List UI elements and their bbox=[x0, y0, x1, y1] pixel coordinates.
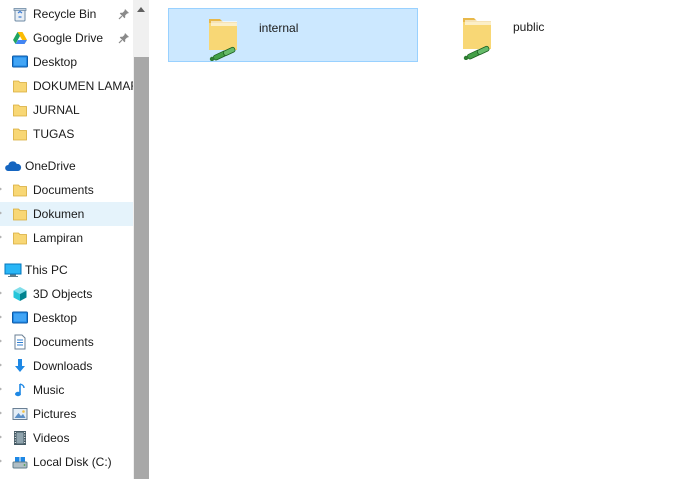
documents-icon bbox=[12, 334, 28, 350]
folder-icon bbox=[12, 78, 28, 94]
pin-icon[interactable] bbox=[118, 8, 130, 20]
nav-item-label: JURNAL bbox=[33, 103, 80, 117]
drive-icon bbox=[12, 454, 28, 470]
nav-item-music[interactable]: Music bbox=[0, 378, 133, 402]
folder-icon bbox=[12, 102, 28, 118]
nav-item-3d-objects[interactable]: 3D Objects bbox=[0, 282, 133, 306]
file-item-name: internal bbox=[259, 21, 299, 35]
nav-item-label: 3D Objects bbox=[33, 287, 93, 301]
file-list-view[interactable]: internal public bbox=[149, 0, 675, 479]
expand-chevron-icon[interactable] bbox=[0, 338, 2, 344]
folder-icon bbox=[12, 126, 28, 142]
expand-chevron-icon[interactable] bbox=[0, 314, 2, 320]
nav-item-label: Lampiran bbox=[33, 231, 84, 245]
shared-folder-icon bbox=[459, 12, 495, 61]
nav-item-downloads[interactable]: Downloads bbox=[0, 354, 133, 378]
nav-item-this-pc[interactable]: This PC bbox=[0, 258, 133, 282]
nav-item-label: TUGAS bbox=[33, 127, 75, 141]
nav-item-lampiran[interactable]: Lampiran bbox=[0, 226, 133, 250]
nav-item-label: Music bbox=[33, 383, 65, 397]
nav-item-label: Documents bbox=[33, 335, 94, 349]
expand-chevron-icon[interactable] bbox=[0, 458, 2, 464]
nav-item-pc-documents[interactable]: Documents bbox=[0, 330, 133, 354]
expand-chevron-icon[interactable] bbox=[0, 290, 2, 296]
expand-chevron-icon[interactable] bbox=[0, 186, 2, 192]
nav-item-label: Desktop bbox=[33, 311, 78, 325]
nav-item-label: Local Disk (C:) bbox=[33, 455, 112, 469]
nav-item-onedrive-documents[interactable]: Documents bbox=[0, 178, 133, 202]
nav-item-desktop[interactable]: Desktop bbox=[0, 50, 133, 74]
nav-item-label: DOKUMEN LAMARAN bbox=[33, 79, 133, 93]
nav-item-videos[interactable]: Videos bbox=[0, 426, 133, 450]
nav-item-dokumen-lamaran[interactable]: DOKUMEN LAMARAN bbox=[0, 74, 133, 98]
expand-chevron-icon[interactable] bbox=[0, 410, 2, 416]
scroll-up-arrow-icon[interactable] bbox=[137, 7, 145, 12]
nav-scrollbar-thumb[interactable] bbox=[134, 57, 149, 479]
expand-chevron-icon[interactable] bbox=[0, 362, 2, 368]
nav-item-label: Dokumen bbox=[33, 207, 85, 221]
nav-item-label: Google Drive bbox=[33, 31, 104, 45]
pin-icon[interactable] bbox=[118, 32, 130, 44]
nav-item-jurnal[interactable]: JURNAL bbox=[0, 98, 133, 122]
nav-item-pc-desktop[interactable]: Desktop bbox=[0, 306, 133, 330]
nav-item-label: Videos bbox=[33, 431, 70, 445]
nav-item-label: OneDrive bbox=[25, 159, 76, 173]
onedrive-cloud-icon bbox=[4, 158, 22, 174]
nav-item-pictures[interactable]: Pictures bbox=[0, 402, 133, 426]
nav-item-label: Pictures bbox=[33, 407, 77, 421]
expand-chevron-icon[interactable] bbox=[0, 234, 2, 240]
navigation-pane: Recycle Bin Google Drive Desktop DOKUMEN… bbox=[0, 0, 133, 479]
shared-folder-icon bbox=[205, 13, 241, 62]
nav-item-label: This PC bbox=[25, 263, 68, 277]
nav-item-local-disk[interactable]: Local Disk (C:) bbox=[0, 450, 133, 474]
file-item-internal[interactable]: internal bbox=[168, 8, 418, 62]
nav-item-onedrive[interactable]: OneDrive bbox=[0, 154, 133, 178]
3d-objects-icon bbox=[12, 286, 28, 302]
videos-icon bbox=[12, 430, 28, 446]
folder-icon bbox=[12, 230, 28, 246]
nav-item-recycle-bin[interactable]: Recycle Bin bbox=[0, 2, 133, 26]
recycle-bin-icon bbox=[12, 6, 28, 22]
nav-item-google-drive[interactable]: Google Drive bbox=[0, 26, 133, 50]
expand-chevron-icon[interactable] bbox=[0, 210, 2, 216]
music-icon bbox=[12, 382, 28, 398]
nav-item-tugas[interactable]: TUGAS bbox=[0, 122, 133, 146]
expand-chevron-icon[interactable] bbox=[0, 434, 2, 440]
nav-item-dokumen[interactable]: Dokumen bbox=[0, 202, 133, 226]
desktop-icon bbox=[12, 310, 28, 326]
pictures-icon bbox=[12, 406, 28, 422]
file-item-public[interactable]: public bbox=[423, 8, 673, 62]
folder-icon bbox=[12, 182, 28, 198]
expand-chevron-icon[interactable] bbox=[0, 386, 2, 392]
computer-icon bbox=[4, 262, 22, 278]
nav-item-label: Desktop bbox=[33, 55, 78, 69]
folder-icon bbox=[12, 206, 28, 222]
google-drive-icon bbox=[12, 30, 28, 46]
file-item-name: public bbox=[513, 20, 545, 34]
nav-item-label: Recycle Bin bbox=[33, 7, 97, 21]
desktop-icon bbox=[12, 54, 28, 70]
nav-item-label: Downloads bbox=[33, 359, 93, 373]
nav-item-label: Documents bbox=[33, 183, 94, 197]
downloads-icon bbox=[12, 358, 28, 374]
